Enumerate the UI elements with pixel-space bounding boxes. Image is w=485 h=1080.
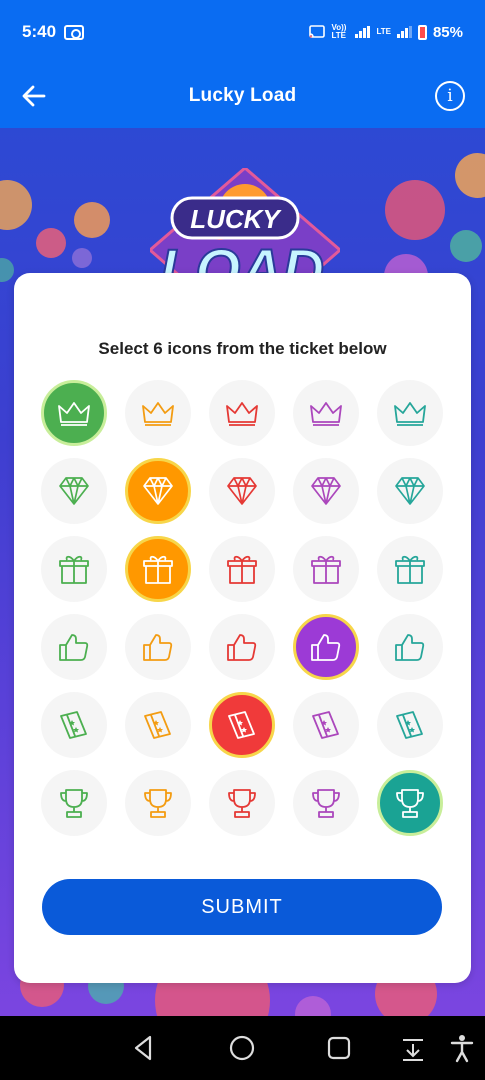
submit-button[interactable]: SUBMIT: [42, 879, 442, 935]
trophy-icon: [228, 789, 256, 818]
accessibility-icon[interactable]: [446, 1032, 478, 1064]
volte-label: Vo)) LTE: [331, 23, 347, 40]
ticket-cell[interactable]: [41, 692, 107, 758]
gift-icon: [143, 555, 173, 584]
crown-icon: [394, 402, 426, 426]
decor-bubble: [295, 996, 331, 1016]
gift-cell[interactable]: [125, 536, 191, 602]
decor-bubble: [455, 153, 485, 198]
info-icon[interactable]: i: [435, 81, 465, 111]
gift-cell[interactable]: [41, 536, 107, 602]
nav-down-icon[interactable]: [397, 1032, 429, 1064]
decor-bubble: [450, 230, 482, 262]
thumbs-up-cell[interactable]: [41, 614, 107, 680]
ticket-cell[interactable]: [125, 692, 191, 758]
trophy-cell[interactable]: [41, 770, 107, 836]
diamond-icon: [395, 477, 425, 505]
crown-cell[interactable]: [125, 380, 191, 446]
logo-line1: LUCKY: [190, 204, 282, 234]
crown-icon: [226, 402, 258, 426]
crown-icon: [310, 402, 342, 426]
lte-label: LTE: [376, 27, 391, 36]
diamond-cell[interactable]: [293, 458, 359, 524]
battery-icon: [417, 24, 427, 40]
gift-cell[interactable]: [377, 536, 443, 602]
diamond-icon: [59, 477, 89, 505]
gift-icon: [395, 555, 425, 584]
diamond-cell[interactable]: [125, 458, 191, 524]
status-bar: 5:40 Vo)) LTE LTE 85%: [0, 0, 485, 64]
gift-icon: [59, 555, 89, 584]
ticket-icon: [228, 711, 255, 739]
gift-cell[interactable]: [209, 536, 275, 602]
ticket-icon: [312, 711, 339, 739]
thumbs-up-icon: [143, 634, 173, 661]
signal-1-icon: [355, 26, 371, 38]
nav-home-icon[interactable]: [226, 1032, 258, 1064]
thumbs-up-cell[interactable]: [125, 614, 191, 680]
trophy-icon: [312, 789, 340, 818]
decor-bubble: [36, 228, 66, 258]
ticket-icon: [144, 711, 171, 739]
thumbs-up-icon: [59, 634, 89, 661]
signal-2-icon: [396, 26, 412, 38]
thumbs-up-cell[interactable]: [377, 614, 443, 680]
status-time: 5:40: [22, 22, 57, 41]
ticket-card: Select 6 icons from the ticket below SUB…: [14, 273, 471, 983]
diamond-icon: [227, 477, 257, 505]
decor-bubble: [72, 248, 92, 268]
trophy-cell[interactable]: [209, 770, 275, 836]
diamond-cell[interactable]: [209, 458, 275, 524]
thumbs-up-cell[interactable]: [293, 614, 359, 680]
diamond-cell[interactable]: [377, 458, 443, 524]
diamond-cell[interactable]: [41, 458, 107, 524]
trophy-cell[interactable]: [377, 770, 443, 836]
trophy-cell[interactable]: [293, 770, 359, 836]
ticket-cell[interactable]: [377, 692, 443, 758]
ticket-grid: [41, 380, 445, 836]
cast-icon: [309, 25, 326, 38]
status-right: Vo)) LTE LTE 85%: [309, 24, 463, 41]
thumbs-up-icon: [395, 634, 425, 661]
gift-cell[interactable]: [293, 536, 359, 602]
screen-record-icon: [64, 24, 85, 40]
nav-back-icon[interactable]: [128, 1032, 160, 1064]
thumbs-up-cell[interactable]: [209, 614, 275, 680]
ticket-cell[interactable]: [293, 692, 359, 758]
crown-cell[interactable]: [209, 380, 275, 446]
arrow-left-icon[interactable]: [18, 80, 50, 112]
trophy-cell[interactable]: [125, 770, 191, 836]
trophy-icon: [396, 789, 424, 818]
decor-bubble: [74, 202, 110, 238]
gift-icon: [227, 555, 257, 584]
nav-recents-icon[interactable]: [323, 1032, 355, 1064]
ticket-icon: [60, 711, 87, 739]
navigation-bar: [0, 1016, 485, 1080]
trophy-icon: [144, 789, 172, 818]
gift-icon: [311, 555, 341, 584]
crown-icon: [58, 402, 90, 426]
thumbs-up-icon: [311, 634, 341, 661]
page-title: Lucky Load: [188, 85, 297, 106]
diamond-icon: [143, 477, 173, 505]
decor-bubble: [385, 180, 445, 240]
ticket-icon: [396, 711, 423, 739]
app-bar: Lucky Load i: [0, 64, 485, 128]
ticket-cell[interactable]: [209, 692, 275, 758]
thumbs-up-icon: [227, 634, 257, 661]
decor-bubble: [0, 180, 32, 230]
crown-icon: [142, 402, 174, 426]
diamond-icon: [311, 477, 341, 505]
decor-bubble: [0, 258, 14, 282]
instruction-text: Select 6 icons from the ticket below: [98, 339, 387, 358]
battery-percent: 85%: [432, 23, 463, 41]
crown-cell[interactable]: [293, 380, 359, 446]
crown-cell[interactable]: [377, 380, 443, 446]
crown-cell[interactable]: [41, 380, 107, 446]
trophy-icon: [60, 789, 88, 818]
